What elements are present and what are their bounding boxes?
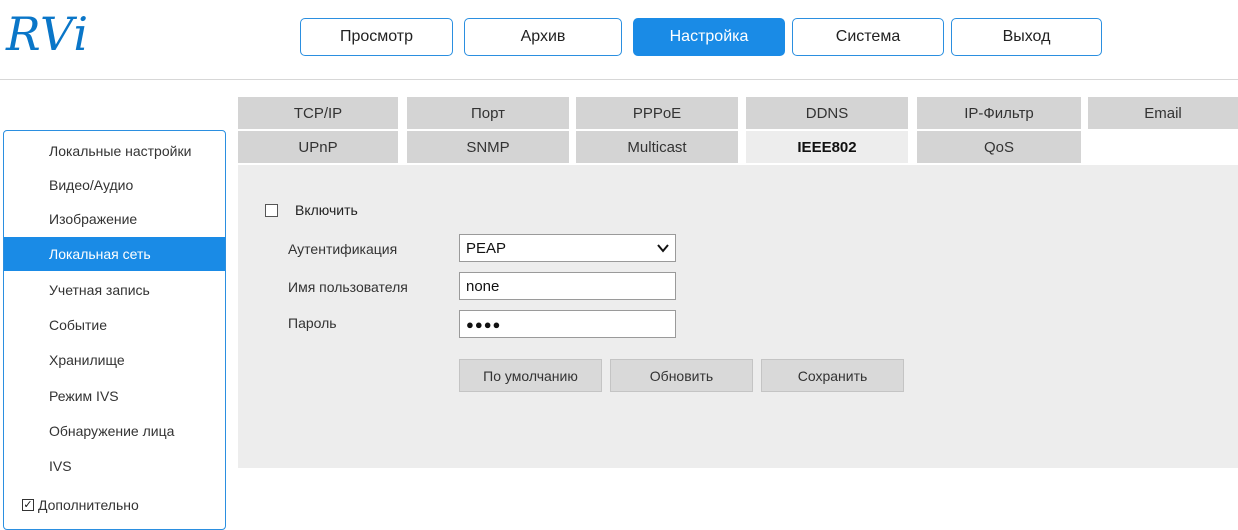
settings-sidebar: Локальные настройки Видео/Аудио Изображе… [3,130,226,530]
sidebar-item-local-settings[interactable]: Локальные настройки [4,134,225,168]
username-input[interactable]: none [459,272,676,300]
password-label: Пароль [288,315,337,331]
refresh-button[interactable]: Обновить [610,359,753,392]
nav-logout-button[interactable]: Выход [951,18,1102,56]
tab-multicast[interactable]: Multicast [576,131,738,163]
sidebar-item-face-detection[interactable]: Обнаружение лица [4,414,225,448]
sidebar-item-ivs[interactable]: IVS [4,449,225,483]
sidebar-item-image[interactable]: Изображение [4,202,225,236]
sidebar-item-ivs-mode[interactable]: Режим IVS [4,379,225,413]
enable-row: Включить [265,202,358,218]
tab-ip-filter[interactable]: IP-Фильтр [917,97,1081,129]
tab-ieee802[interactable]: IEEE802 [746,131,908,163]
advanced-checkbox[interactable]: ✓ [22,499,34,511]
tab-qos[interactable]: QoS [917,131,1081,163]
sidebar-item-storage[interactable]: Хранилище [4,343,225,377]
sidebar-item-network[interactable]: Локальная сеть [4,237,225,271]
auth-select-value: PEAP [466,239,507,257]
nav-view-button[interactable]: Просмотр [300,18,453,56]
tab-tcpip[interactable]: TCP/IP [238,97,398,129]
password-input[interactable]: ●●●● [459,310,676,338]
chevron-down-icon [657,244,669,253]
username-value: none [466,277,500,295]
auth-label: Аутентификация [288,241,398,257]
rvi-logo: RVi [6,7,90,61]
nav-archive-button[interactable]: Архив [464,18,622,56]
sidebar-item-event[interactable]: Событие [4,308,225,342]
sidebar-item-account[interactable]: Учетная запись [4,273,225,307]
username-label: Имя пользователя [288,279,408,295]
sidebar-item-advanced-label: Дополнительно [38,497,139,513]
header-divider [0,79,1238,80]
tab-pppoe[interactable]: PPPoE [576,97,738,129]
save-button[interactable]: Сохранить [761,359,904,392]
nav-settings-button[interactable]: Настройка [633,18,785,56]
tab-snmp[interactable]: SNMP [407,131,569,163]
tab-upnp[interactable]: UPnP [238,131,398,163]
tab-port[interactable]: Порт [407,97,569,129]
default-button[interactable]: По умолчанию [459,359,602,392]
sidebar-item-advanced[interactable]: ✓ Дополнительно [4,488,225,522]
enable-checkbox[interactable] [265,203,278,217]
password-value: ●●●● [466,316,502,332]
tab-ddns[interactable]: DDNS [746,97,908,129]
sidebar-item-video-audio[interactable]: Видео/Аудио [4,168,225,202]
tab-email[interactable]: Email [1088,97,1238,129]
nav-system-button[interactable]: Система [792,18,944,56]
auth-select[interactable]: PEAP [459,234,676,262]
ieee802-settings-panel: Включить Аутентификация PEAP Имя пользов… [238,165,1238,468]
enable-label: Включить [295,202,358,218]
